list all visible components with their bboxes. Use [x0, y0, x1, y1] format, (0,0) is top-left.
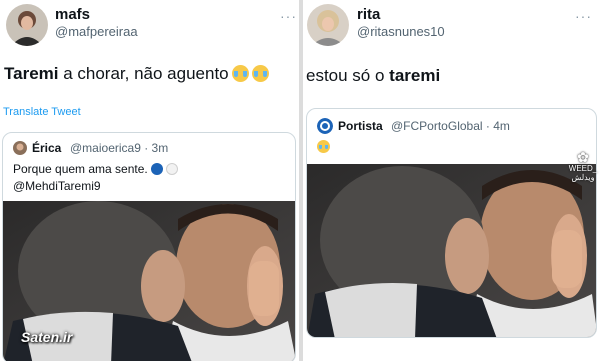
quoted-tweet[interactable]: Portista @FCPortoGlobal · 4m — [306, 108, 597, 338]
quoted-author-handle: @FCPortoGlobal · 4m — [391, 119, 510, 133]
loudly-crying-face-icon — [231, 65, 249, 82]
watermark-script: ويدلش — [571, 173, 595, 182]
quoted-mention[interactable]: @MehdiTaremi9 — [13, 179, 101, 193]
quoted-avatar — [13, 141, 27, 155]
tweet-text-rest: estou só o — [306, 66, 390, 85]
more-options-icon[interactable]: ··· — [280, 8, 297, 24]
author-name[interactable]: rita — [357, 6, 380, 23]
watermark-latin: WEED_ — [568, 164, 598, 173]
quoted-author-handle: @maioerica9 · 3m — [70, 141, 168, 155]
weed-watermark: ✿ WEED_ ويدلش — [565, 150, 600, 182]
quoted-text-line1: Porque quem ama sente. — [13, 162, 178, 176]
quoted-author-name: Érica — [32, 141, 62, 155]
blue-circle-icon — [150, 163, 163, 175]
tweet-text-rest: a chorar, não aguento — [58, 64, 229, 83]
quoted-handle: @maioerica9 — [70, 141, 141, 155]
porto-logo-icon — [317, 118, 333, 134]
quoted-time: · 4m — [485, 119, 510, 133]
quoted-text: Porque quem ama sente. — [13, 162, 148, 176]
quoted-tweet[interactable]: Érica @maioerica9 · 3m Porque quem ama s… — [2, 132, 296, 361]
quoted-time: · 3m — [144, 141, 169, 155]
translate-tweet-link[interactable]: Translate Tweet — [3, 106, 81, 118]
avatar[interactable] — [6, 4, 48, 46]
white-circle-icon — [165, 163, 178, 175]
author-handle[interactable]: @ritasnunes10 — [357, 24, 445, 39]
quoted-photo[interactable]: Saten.ir — [3, 201, 295, 361]
tweet-text: Taremi a chorar, não aguento — [4, 64, 269, 84]
loudly-crying-face-icon — [317, 140, 330, 153]
author-name[interactable]: mafs — [55, 6, 90, 23]
left-tweet-card: mafs @mafpereiraa ··· Taremi a chorar, n… — [0, 0, 299, 361]
watermark: Saten.ir — [21, 329, 73, 345]
author-handle[interactable]: @mafpereiraa — [55, 24, 138, 39]
right-tweet-card: rita @ritasnunes10 ··· estou só o taremi… — [303, 0, 600, 361]
quoted-emoji-line — [317, 139, 330, 153]
tweet-text: estou só o taremi — [306, 66, 440, 86]
tweet-text-bold: taremi — [389, 66, 441, 85]
quoted-photo[interactable] — [307, 164, 596, 337]
more-options-icon[interactable]: ··· — [575, 8, 592, 24]
quoted-handle: @FCPortoGlobal — [391, 119, 483, 133]
tweet-text-bold: Taremi — [4, 64, 59, 83]
loudly-crying-face-icon — [251, 65, 269, 82]
watermark-leaf-icon: ✿ — [577, 149, 589, 165]
quoted-author-name: Portista — [338, 119, 383, 133]
avatar[interactable] — [307, 4, 349, 46]
